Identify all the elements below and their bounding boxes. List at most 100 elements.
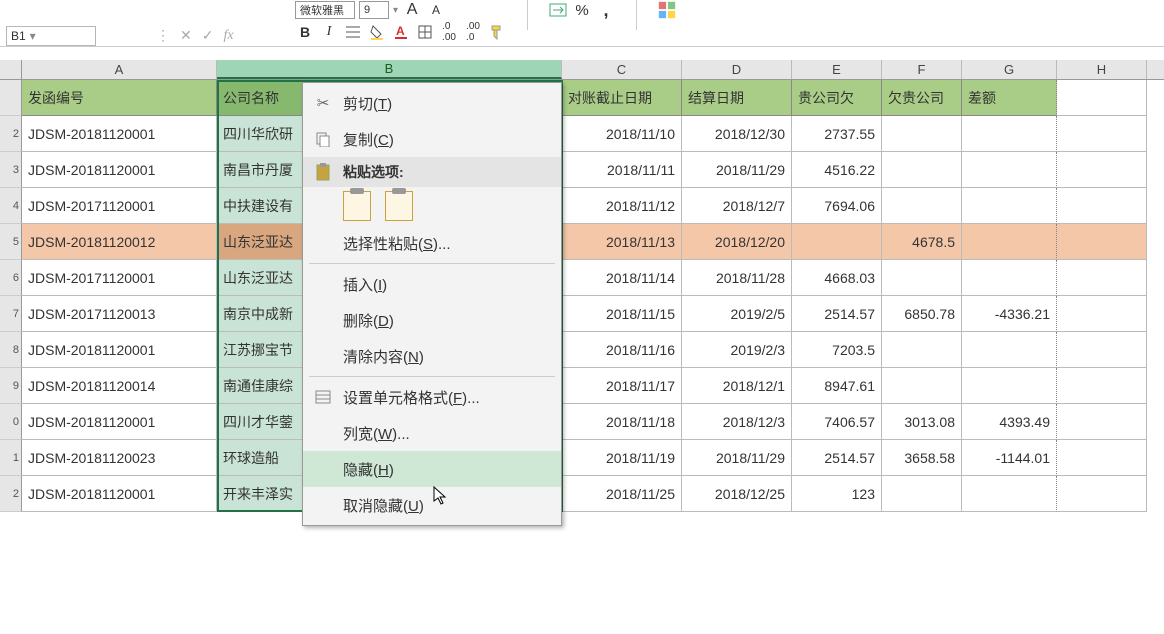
cell[interactable] bbox=[962, 368, 1057, 404]
font-size-select[interactable]: 9 bbox=[359, 1, 389, 19]
cell[interactable] bbox=[882, 332, 962, 368]
menu-clear-contents[interactable]: 清除内容(N) bbox=[303, 338, 561, 374]
cell[interactable]: 3013.08 bbox=[882, 404, 962, 440]
cell[interactable] bbox=[882, 152, 962, 188]
menu-delete[interactable]: 删除(D) bbox=[303, 302, 561, 338]
paste-option-all[interactable] bbox=[343, 191, 371, 221]
cell[interactable]: 7203.5 bbox=[792, 332, 882, 368]
cell[interactable]: -1144.01 bbox=[962, 440, 1057, 476]
col-header-h[interactable]: H bbox=[1057, 60, 1147, 79]
cell[interactable] bbox=[1057, 188, 1147, 224]
comma-style-button[interactable]: , bbox=[596, 0, 616, 20]
menu-column-width[interactable]: 列宽(W)... bbox=[303, 415, 561, 451]
decrease-font-button[interactable]: A bbox=[426, 0, 446, 20]
cancel-icon[interactable]: ✕ bbox=[180, 27, 192, 44]
cell[interactable]: JDSM-20181120001 bbox=[22, 332, 217, 368]
cell[interactable] bbox=[1057, 296, 1147, 332]
font-name-select[interactable]: 微软雅黑 bbox=[295, 1, 355, 19]
cell[interactable]: 2018/12/3 bbox=[682, 404, 792, 440]
cell[interactable] bbox=[1057, 80, 1147, 116]
cell[interactable]: 2018/11/19 bbox=[562, 440, 682, 476]
cell[interactable] bbox=[882, 476, 962, 512]
cell[interactable]: JDSM-20181120001 bbox=[22, 152, 217, 188]
cell[interactable]: JDSM-20171120013 bbox=[22, 296, 217, 332]
row-header[interactable]: 8 bbox=[0, 332, 22, 368]
cell[interactable]: JDSM-20181120001 bbox=[22, 116, 217, 152]
cell[interactable]: 4393.49 bbox=[962, 404, 1057, 440]
confirm-icon[interactable]: ✓ bbox=[202, 27, 214, 44]
cell[interactable] bbox=[1057, 332, 1147, 368]
row-header[interactable]: 2 bbox=[0, 476, 22, 512]
col-header-c[interactable]: C bbox=[562, 60, 682, 79]
cell[interactable]: JDSM-20181120001 bbox=[22, 476, 217, 512]
cell[interactable]: 3658.58 bbox=[882, 440, 962, 476]
cell[interactable] bbox=[962, 116, 1057, 152]
cell[interactable]: JDSM-20181120001 bbox=[22, 404, 217, 440]
row-header[interactable]: 2 bbox=[0, 116, 22, 152]
cell[interactable]: JDSM-20181120012 bbox=[22, 224, 217, 260]
row-header[interactable] bbox=[0, 80, 22, 116]
cell[interactable] bbox=[962, 224, 1057, 260]
table-header[interactable]: 对账截止日期 bbox=[562, 80, 682, 116]
cell[interactable]: JDSM-20181120023 bbox=[22, 440, 217, 476]
row-header[interactable]: 1 bbox=[0, 440, 22, 476]
cell[interactable] bbox=[962, 476, 1057, 512]
cell[interactable]: 8947.61 bbox=[792, 368, 882, 404]
cell[interactable] bbox=[962, 332, 1057, 368]
cell[interactable] bbox=[1057, 476, 1147, 512]
select-all-corner[interactable] bbox=[0, 60, 22, 79]
cell[interactable] bbox=[1057, 260, 1147, 296]
cell[interactable]: JDSM-20171120001 bbox=[22, 260, 217, 296]
table-header[interactable]: 差额 bbox=[962, 80, 1057, 116]
increase-font-button[interactable]: A bbox=[402, 0, 422, 20]
cell[interactable]: 2018/12/30 bbox=[682, 116, 792, 152]
cell[interactable]: 2018/11/29 bbox=[682, 152, 792, 188]
cell[interactable] bbox=[882, 116, 962, 152]
cell[interactable] bbox=[882, 188, 962, 224]
cell[interactable] bbox=[1057, 116, 1147, 152]
row-header[interactable]: 5 bbox=[0, 224, 22, 260]
cell[interactable]: 2018/12/20 bbox=[682, 224, 792, 260]
col-header-f[interactable]: F bbox=[882, 60, 962, 79]
cell[interactable]: 2018/11/16 bbox=[562, 332, 682, 368]
cell[interactable]: 2018/11/13 bbox=[562, 224, 682, 260]
cell[interactable]: 2018/12/25 bbox=[682, 476, 792, 512]
cell[interactable]: 2018/11/12 bbox=[562, 188, 682, 224]
conditional-format-button[interactable] bbox=[657, 0, 677, 20]
row-header[interactable]: 3 bbox=[0, 152, 22, 188]
cell[interactable]: 7406.57 bbox=[792, 404, 882, 440]
menu-cut[interactable]: ✂ 剪切(T) bbox=[303, 85, 561, 121]
menu-insert[interactable]: 插入(I) bbox=[303, 266, 561, 302]
cell[interactable]: 4516.22 bbox=[792, 152, 882, 188]
cell[interactable]: 2018/11/25 bbox=[562, 476, 682, 512]
table-header[interactable]: 结算日期 bbox=[682, 80, 792, 116]
menu-paste-special[interactable]: 选择性粘贴(S)... bbox=[303, 225, 561, 261]
cell[interactable]: 2018/11/17 bbox=[562, 368, 682, 404]
cell[interactable] bbox=[882, 368, 962, 404]
cell[interactable]: -4336.21 bbox=[962, 296, 1057, 332]
cell[interactable] bbox=[1057, 368, 1147, 404]
cell[interactable] bbox=[792, 224, 882, 260]
table-header[interactable]: 欠贵公司 bbox=[882, 80, 962, 116]
col-header-a[interactable]: A bbox=[22, 60, 217, 79]
cell[interactable]: 4678.5 bbox=[882, 224, 962, 260]
cell[interactable]: 2018/11/14 bbox=[562, 260, 682, 296]
row-header[interactable]: 0 bbox=[0, 404, 22, 440]
table-header[interactable]: 贵公司欠 bbox=[792, 80, 882, 116]
row-header[interactable]: 9 bbox=[0, 368, 22, 404]
cell[interactable] bbox=[962, 152, 1057, 188]
row-header[interactable]: 6 bbox=[0, 260, 22, 296]
cell[interactable]: 7694.06 bbox=[792, 188, 882, 224]
menu-hide[interactable]: 隐藏(H) bbox=[303, 451, 561, 487]
expand-formula-icon[interactable]: ⋮ bbox=[156, 27, 170, 44]
cell[interactable] bbox=[962, 260, 1057, 296]
cell[interactable]: 2514.57 bbox=[792, 440, 882, 476]
cell[interactable]: 6850.78 bbox=[882, 296, 962, 332]
cell[interactable]: 2018/11/11 bbox=[562, 152, 682, 188]
cell[interactable]: 2018/11/18 bbox=[562, 404, 682, 440]
cell[interactable]: 2019/2/3 bbox=[682, 332, 792, 368]
merge-button[interactable] bbox=[548, 0, 568, 20]
chevron-down-icon[interactable]: ▾ bbox=[26, 29, 40, 43]
menu-format-cells[interactable]: 设置单元格格式(F)... bbox=[303, 379, 561, 415]
col-header-g[interactable]: G bbox=[962, 60, 1057, 79]
